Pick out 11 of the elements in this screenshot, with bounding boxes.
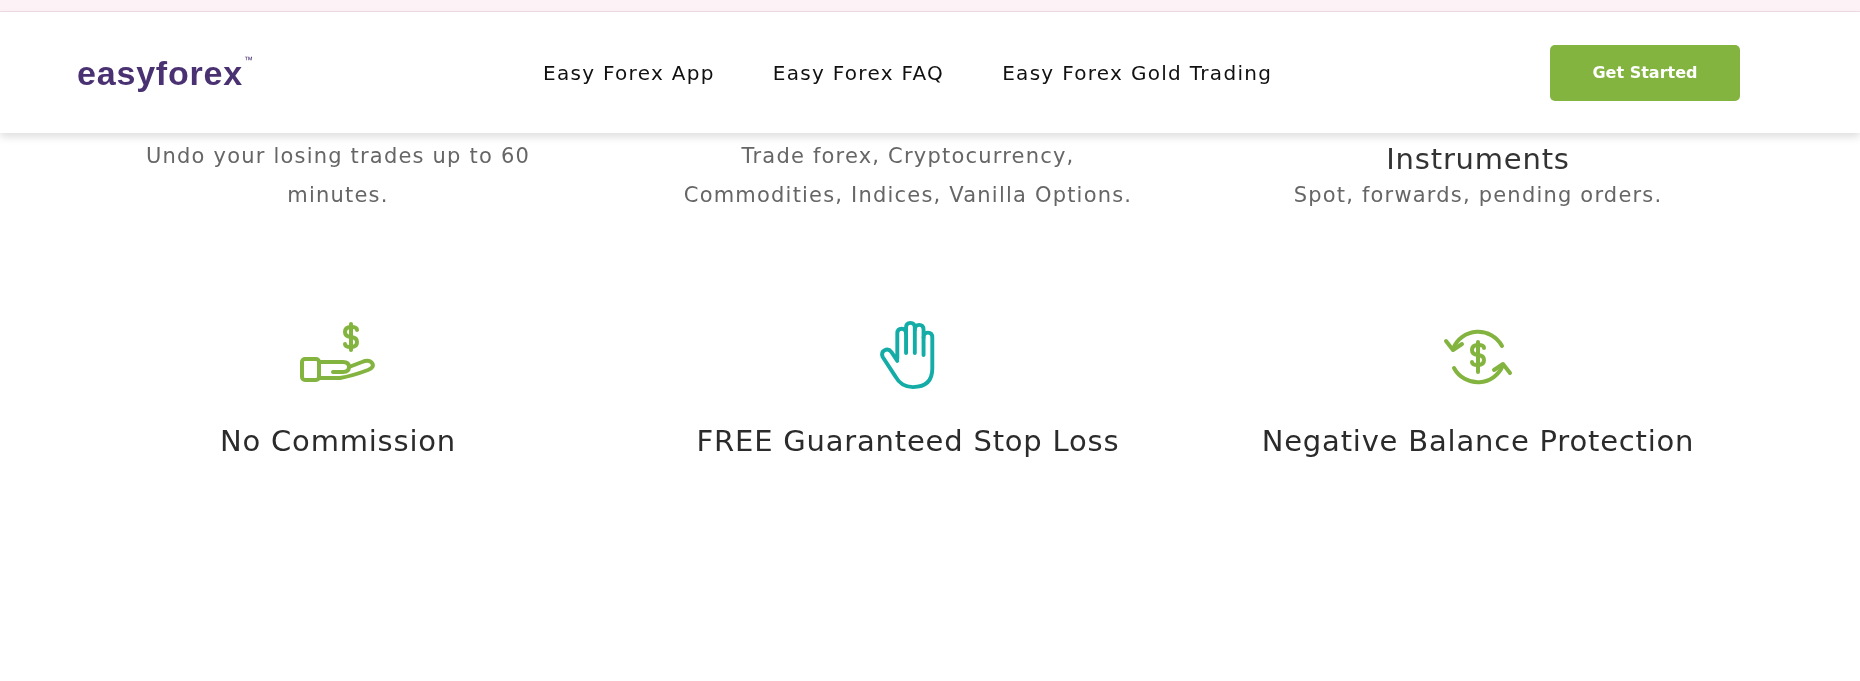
feature-description: Undo your losing trades up to 60 minutes. (145, 143, 531, 209)
feature-title: Negative Balance Protection (1261, 423, 1695, 459)
feature-description: Spot, forwards, pending orders. (1293, 182, 1663, 209)
feature-title: No Commission (220, 423, 456, 459)
nav-link[interactable]: Easy Forex FAQ (772, 60, 945, 85)
feature-description: Trade forex, Cryptocurrency, Commodities, Indices, Vanilla Options. (682, 143, 1134, 209)
logo[interactable]: easyforex$^{™}$ (77, 55, 253, 90)
feature-title: Instruments (1386, 142, 1570, 176)
nav-link[interactable]: Easy Forex App (543, 60, 715, 85)
nav-link[interactable]: Easy Forex Gold Trading (1002, 60, 1273, 85)
feature-title: FREE Guaranteed Stop Loss (696, 423, 1120, 459)
